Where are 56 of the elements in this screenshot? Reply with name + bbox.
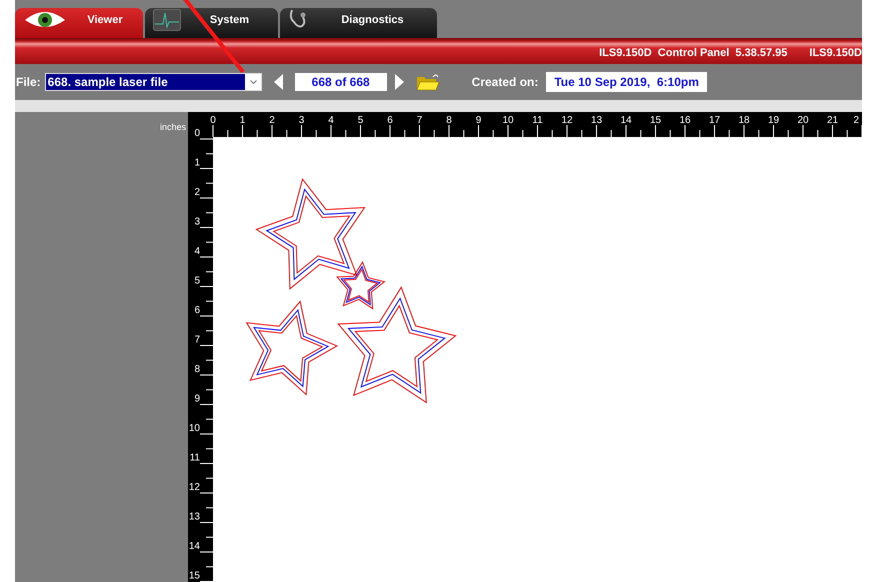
ruler-number: 13 bbox=[188, 512, 200, 522]
ruler-number: 14 bbox=[620, 115, 632, 126]
ruler-number: 3 bbox=[194, 216, 200, 228]
tab[interactable]: Diagnostics bbox=[280, 8, 437, 38]
file-label: File: bbox=[16, 75, 41, 89]
ruler-number: 2 bbox=[194, 187, 200, 198]
ruler-number: 12 bbox=[188, 482, 200, 493]
ruler-number: 5 bbox=[358, 115, 364, 126]
ruler-number: 8 bbox=[194, 364, 200, 375]
ruler-number: 7 bbox=[416, 115, 422, 126]
ruler-number: 20 bbox=[797, 115, 809, 126]
created-date: Tue 10 Sep 2019, 6:10pm bbox=[546, 72, 707, 92]
ruler-number: 21 bbox=[826, 115, 838, 126]
ruler-number: 15 bbox=[188, 570, 200, 582]
ruler-number: 12 bbox=[561, 115, 573, 126]
ruler-number: 11 bbox=[532, 115, 543, 126]
caret-icon bbox=[250, 80, 257, 84]
ruler-number: 6 bbox=[387, 115, 393, 126]
ruler-number: 11 bbox=[190, 452, 200, 464]
file-dropdown[interactable]: 668. sample laser file bbox=[44, 73, 262, 91]
ruler-number: 4 bbox=[194, 246, 200, 257]
ruler-number: 2 bbox=[269, 115, 275, 126]
ruler-number: 17 bbox=[708, 115, 720, 126]
next-arrow-icon[interactable] bbox=[394, 74, 404, 90]
unit-label: inches bbox=[160, 122, 186, 132]
ruler-number: 16 bbox=[679, 115, 691, 126]
waveform-icon bbox=[153, 9, 181, 31]
ruler-number: 5 bbox=[194, 276, 200, 286]
tab[interactable]: System bbox=[145, 8, 278, 38]
ruler-number: 13 bbox=[590, 115, 602, 126]
ruler-number: 10 bbox=[188, 423, 200, 434]
ruler-number: 0 bbox=[210, 115, 216, 126]
ruler-number: 18 bbox=[738, 115, 750, 126]
title-text: ILS9.150D Control Panel 5.38.57.95 bbox=[599, 47, 788, 59]
file-counter: 668 of 668 bbox=[294, 73, 387, 91]
ruler-number: 1 bbox=[240, 115, 246, 126]
created-label: Created on: bbox=[472, 75, 538, 89]
ruler-number: 3 bbox=[298, 115, 304, 126]
ruler-number: 1 bbox=[194, 158, 200, 168]
ruler-number: 9 bbox=[476, 115, 482, 126]
eye-icon bbox=[23, 10, 67, 30]
previous-arrow-icon[interactable] bbox=[274, 74, 283, 90]
ruler-number: 0 bbox=[194, 128, 200, 139]
ruler-number: 6 bbox=[194, 305, 200, 316]
ruler-number: 14 bbox=[188, 541, 200, 552]
ruler-number: 8 bbox=[446, 115, 452, 126]
ruler-number: 4 bbox=[328, 115, 334, 126]
title-text: ILS9.150D bbox=[809, 47, 862, 59]
ruler-number: 9 bbox=[194, 394, 200, 404]
ruler-number: 10 bbox=[502, 115, 514, 126]
folder-icon[interactable] bbox=[416, 73, 440, 91]
tab[interactable]: Viewer bbox=[15, 8, 143, 38]
ruler-number: 19 bbox=[768, 115, 780, 126]
ruler-number: 7 bbox=[194, 334, 200, 346]
ruler-number: 2 bbox=[853, 115, 859, 126]
ruler-number: 15 bbox=[650, 115, 662, 126]
